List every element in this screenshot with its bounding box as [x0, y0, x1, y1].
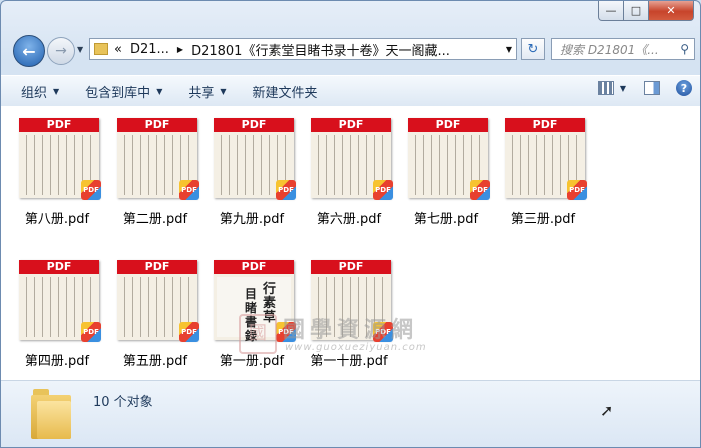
share-label: 共享 — [188, 85, 215, 101]
pdf-app-icon: PDF — [81, 322, 101, 342]
file-item[interactable]: PDF PDF 第七册.pdf — [398, 114, 494, 227]
minimize-button[interactable]: — — [598, 1, 624, 21]
folder-icon — [94, 43, 108, 55]
pdf-app-icon: PDF — [179, 322, 199, 342]
address-bar[interactable]: « D21... ▶ D21801《行素堂目睹书录十卷》天一阁藏... ▼ — [89, 38, 517, 60]
item-count: 10 个对象 — [93, 395, 153, 410]
pdf-band: PDF — [505, 118, 585, 132]
file-item[interactable]: PDF PDF 第二册.pdf — [107, 114, 203, 227]
window-controls: — □ ✕ — [598, 1, 694, 21]
file-name: 第九册.pdf — [219, 212, 285, 227]
pdf-app-icon: PDF — [81, 180, 101, 200]
watermark-seal-icon: 國 — [239, 314, 277, 354]
file-name: 第八册.pdf — [24, 212, 90, 227]
folder-icon — [31, 387, 71, 439]
pdf-app-icon: PDF — [373, 180, 393, 200]
search-icon[interactable]: ⚲ — [680, 42, 689, 56]
mouse-cursor-icon: ➚ — [600, 401, 614, 420]
pdf-band: PDF — [117, 118, 197, 132]
search-placeholder: 搜索 D21801《... — [560, 42, 659, 57]
refresh-button[interactable]: ↻ — [521, 38, 545, 60]
new-folder-label: 新建文件夹 — [252, 85, 318, 101]
breadcrumb-segment-1[interactable]: D21... — [130, 42, 169, 57]
breadcrumb-arrow-icon[interactable]: ▶ — [177, 45, 183, 54]
pdf-band: PDF — [117, 260, 197, 274]
pdf-app-icon: PDF — [470, 180, 490, 200]
address-dropdown-icon[interactable]: ▼ — [506, 45, 512, 54]
file-item[interactable]: PDF PDF 第九册.pdf — [204, 114, 300, 227]
watermark-title: 國學資源網 — [283, 318, 419, 343]
file-name: 第二册.pdf — [122, 212, 188, 227]
preview-pane-icon[interactable] — [644, 81, 660, 95]
close-button[interactable]: ✕ — [649, 1, 694, 21]
file-item[interactable]: PDF PDF 第三册.pdf — [495, 114, 591, 227]
breadcrumb-overflow[interactable]: « — [114, 42, 122, 57]
chevron-down-icon: ▼ — [53, 86, 60, 96]
pdf-app-icon: PDF — [567, 180, 587, 200]
view-options-icon[interactable] — [597, 81, 614, 95]
include-library-menu[interactable]: 包含到库中 ▼ — [85, 82, 162, 101]
view-dropdown-icon[interactable]: ▼ — [620, 84, 626, 93]
back-arrow-icon: ← — [22, 41, 36, 61]
file-list[interactable]: PDF PDF 第八册.pdf PDF PDF 第二册.pdf PDF PDF … — [1, 106, 700, 381]
maximize-button[interactable]: □ — [624, 1, 649, 21]
view-controls: ▼ ? — [597, 80, 692, 96]
file-name: 第三册.pdf — [510, 212, 576, 227]
pdf-band: PDF — [408, 118, 488, 132]
pdf-app-icon: PDF — [276, 180, 296, 200]
pdf-band: PDF — [311, 260, 391, 274]
chevron-down-icon: ▼ — [156, 86, 163, 96]
pdf-band: PDF — [214, 260, 294, 274]
file-name: 第六册.pdf — [316, 212, 382, 227]
watermark-url: www.guoxueziyuan.com — [285, 342, 427, 353]
forward-button[interactable]: → — [47, 37, 75, 65]
file-item[interactable]: PDF PDF 第八册.pdf — [9, 114, 105, 227]
recent-pages-dropdown[interactable]: ▼ — [77, 45, 83, 54]
file-item[interactable]: PDF PDF 第六册.pdf — [301, 114, 397, 227]
details-pane: 10 个对象 ➚ — [1, 381, 700, 447]
refresh-icon: ↻ — [527, 41, 539, 57]
share-menu[interactable]: 共享 ▼ — [188, 82, 226, 101]
pdf-app-icon: PDF — [179, 180, 199, 200]
organize-label: 组织 — [21, 85, 48, 101]
help-icon[interactable]: ? — [676, 80, 692, 96]
command-bar: 组织 ▼ 包含到库中 ▼ 共享 ▼ 新建文件夹 ▼ ? — [1, 75, 700, 107]
pdf-band: PDF — [214, 118, 294, 132]
forward-arrow-icon: → — [55, 43, 67, 59]
pdf-band: PDF — [19, 260, 99, 274]
breadcrumb-segment-2[interactable]: D21801《行素堂目睹书录十卷》天一阁藏... — [191, 40, 450, 59]
file-name: 第五册.pdf — [122, 354, 188, 369]
chevron-down-icon: ▼ — [220, 86, 227, 96]
file-item[interactable]: PDF PDF 第四册.pdf — [9, 256, 105, 369]
organize-menu[interactable]: 组织 ▼ — [21, 82, 59, 101]
file-name: 第七册.pdf — [413, 212, 479, 227]
file-item[interactable]: PDF PDF 第五册.pdf — [107, 256, 203, 369]
pdf-band: PDF — [311, 118, 391, 132]
search-input[interactable]: 搜索 D21801《... ⚲ — [551, 38, 695, 60]
pdf-band: PDF — [19, 118, 99, 132]
new-folder-button[interactable]: 新建文件夹 — [253, 82, 318, 101]
explorer-window: — □ ✕ ← → ▼ « D21... ▶ D21801《行素堂目睹书录十卷》… — [0, 0, 701, 448]
include-library-label: 包含到库中 — [85, 85, 151, 101]
file-name: 第四册.pdf — [24, 354, 90, 369]
back-button[interactable]: ← — [13, 35, 45, 67]
navigation-bar: ← → ▼ « D21... ▶ D21801《行素堂目睹书录十卷》天一阁藏..… — [9, 33, 695, 67]
site-watermark: 國 國學資源網 www.guoxueziyuan.com — [239, 312, 469, 356]
